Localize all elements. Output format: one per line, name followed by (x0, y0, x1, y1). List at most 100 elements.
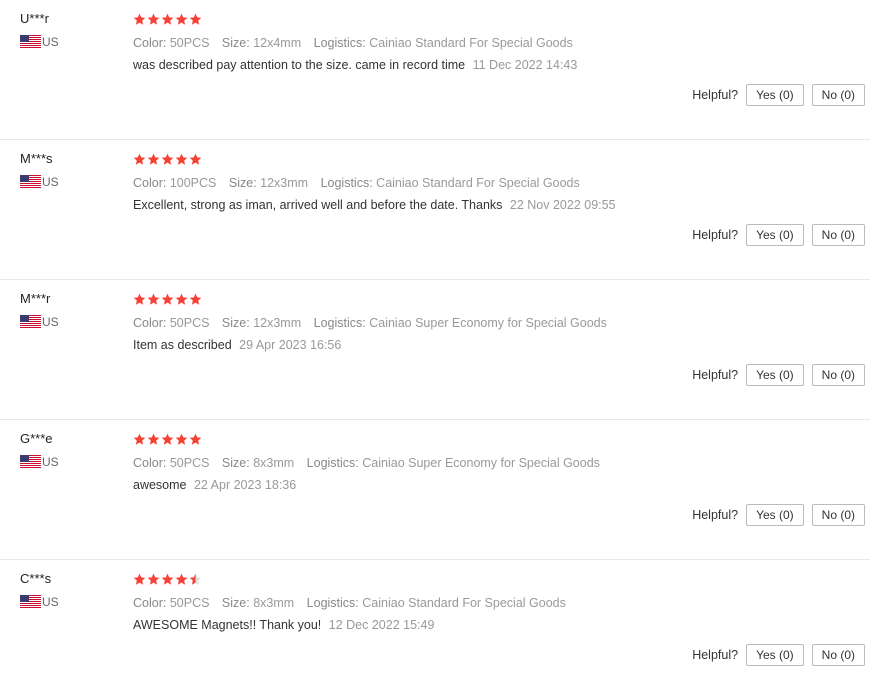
helpful-controls: Helpful? Yes (0) No (0) (692, 84, 865, 106)
us-flag-graphic (20, 174, 41, 188)
country-code: US (42, 35, 59, 49)
reviewer-info: M***s US (20, 151, 120, 189)
logistics-label: Logistics: (306, 596, 359, 610)
size-value: 12x3mm (260, 176, 309, 190)
star-icon (161, 13, 174, 25)
star-icon (189, 153, 202, 165)
star-rating (133, 431, 833, 447)
review-attributes: Color: 50PCS Size: 12x4mm Logistics: Cai… (133, 35, 833, 51)
helpful-yes-button[interactable]: Yes (0) (746, 364, 804, 386)
helpful-yes-button[interactable]: Yes (0) (746, 224, 804, 246)
color-value: 50PCS (169, 456, 210, 470)
review-item: U***r US Color: 50PCS Size: 12x4mm Logis… (0, 0, 870, 140)
helpful-no-button[interactable]: No (0) (811, 504, 865, 526)
review-list: U***r US Color: 50PCS Size: 12x4mm Logis… (0, 0, 877, 688)
star-icon (147, 433, 160, 445)
reviewer-info: U***r US (20, 11, 120, 49)
reviewer-country: US (20, 594, 120, 609)
color-label: Color: (133, 176, 167, 190)
reviewer-name: M***r (20, 291, 51, 306)
reviewer-country: US (20, 174, 120, 189)
color-value: 50PCS (169, 316, 210, 330)
star-icon (133, 433, 146, 445)
star-rating (133, 571, 833, 587)
helpful-controls: Helpful? Yes (0) No (0) (692, 224, 865, 246)
size-value: 8x3mm (253, 456, 295, 470)
star-icon (133, 573, 146, 585)
star-icon (147, 13, 160, 25)
size-value: 12x3mm (253, 316, 302, 330)
helpful-no-button[interactable]: No (0) (811, 364, 865, 386)
review-content: AWESOME Magnets!! Thank you! 12 Dec 2022… (133, 617, 833, 633)
review-text: awesome (133, 478, 187, 492)
helpful-label: Helpful? (692, 368, 739, 382)
helpful-no-button[interactable]: No (0) (811, 224, 865, 246)
reviewer-name: U***r (20, 11, 49, 26)
review-attributes: Color: 50PCS Size: 8x3mm Logistics: Cain… (133, 595, 833, 611)
review-date: 22 Apr 2023 18:36 (193, 478, 297, 492)
star-icon (147, 153, 160, 165)
helpful-yes-button[interactable]: Yes (0) (746, 644, 804, 666)
color-value: 50PCS (169, 596, 210, 610)
country-code: US (42, 455, 59, 469)
star-icon (189, 13, 202, 25)
color-label: Color: (133, 316, 167, 330)
review-item: M***r US Color: 50PCS Size: 12x3mm Logis… (0, 280, 870, 420)
helpful-no-button[interactable]: No (0) (811, 644, 865, 666)
review-content: Excellent, strong as iman, arrived well … (133, 197, 833, 213)
size-label: Size: (221, 36, 250, 50)
helpful-label: Helpful? (692, 228, 739, 242)
logistics-label: Logistics: (313, 316, 366, 330)
us-flag-graphic (20, 34, 41, 48)
logistics-value: Cainiao Standard For Special Goods (376, 176, 580, 190)
size-label: Size: (228, 176, 257, 190)
us-flag-icon (20, 174, 41, 188)
star-rating (133, 151, 833, 167)
us-flag-graphic (20, 314, 41, 328)
star-icon (189, 293, 202, 305)
logistics-label: Logistics: (320, 176, 373, 190)
size-label: Size: (221, 456, 250, 470)
star-icon (161, 433, 174, 445)
review-text: AWESOME Magnets!! Thank you! (133, 618, 322, 632)
size-label: Size: (221, 596, 250, 610)
star-rating (133, 291, 833, 307)
review-text: Excellent, strong as iman, arrived well … (133, 198, 503, 212)
star-icon (175, 293, 188, 305)
star-icon (189, 433, 202, 445)
star-icon (175, 433, 188, 445)
review-date: 11 Dec 2022 14:43 (472, 58, 578, 72)
size-label: Size: (221, 316, 250, 330)
star-icon (189, 573, 202, 585)
star-rating (133, 11, 833, 27)
helpful-yes-button[interactable]: Yes (0) (746, 504, 804, 526)
star-icon (147, 573, 160, 585)
reviewer-country: US (20, 454, 120, 469)
helpful-controls: Helpful? Yes (0) No (0) (692, 364, 865, 386)
size-value: 8x3mm (253, 596, 295, 610)
logistics-value: Cainiao Super Economy for Special Goods (369, 316, 607, 330)
review-attributes: Color: 50PCS Size: 12x3mm Logistics: Cai… (133, 315, 833, 331)
reviewer-country: US (20, 34, 120, 49)
review-item: G***e US Color: 50PCS Size: 8x3mm Logist… (0, 420, 870, 560)
logistics-label: Logistics: (306, 456, 359, 470)
helpful-label: Helpful? (692, 508, 739, 522)
reviewer-name: M***s (20, 151, 53, 166)
review-date: 22 Nov 2022 09:55 (509, 198, 616, 212)
color-value: 100PCS (169, 176, 217, 190)
color-value: 50PCS (169, 36, 210, 50)
helpful-controls: Helpful? Yes (0) No (0) (692, 644, 865, 666)
us-flag-icon (20, 454, 41, 468)
review-content: awesome 22 Apr 2023 18:36 (133, 477, 833, 493)
us-flag-graphic (20, 594, 41, 608)
us-flag-icon (20, 594, 41, 608)
helpful-no-button[interactable]: No (0) (811, 84, 865, 106)
logistics-value: Cainiao Standard For Special Goods (362, 596, 566, 610)
reviewer-info: M***r US (20, 291, 120, 329)
review-text: Item as described (133, 338, 232, 352)
star-icon (133, 153, 146, 165)
review-attributes: Color: 50PCS Size: 8x3mm Logistics: Cain… (133, 455, 833, 471)
helpful-yes-button[interactable]: Yes (0) (746, 84, 804, 106)
color-label: Color: (133, 596, 167, 610)
star-icon (175, 153, 188, 165)
